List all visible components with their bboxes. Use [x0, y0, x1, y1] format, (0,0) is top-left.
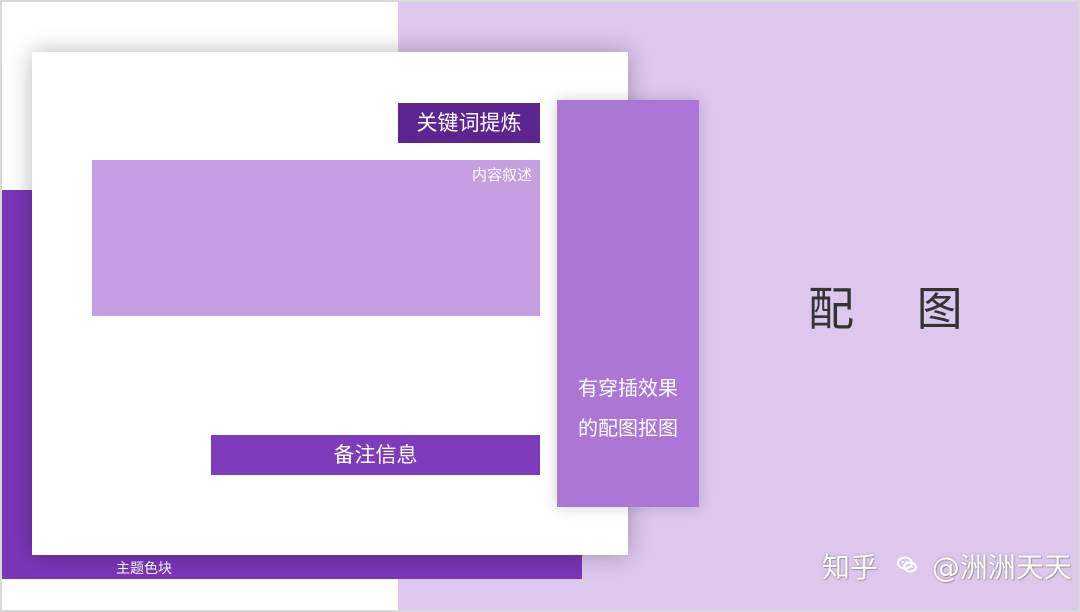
insert-image-box: 有穿插效果 的配图抠图: [557, 100, 699, 507]
wechat-icon: [895, 548, 919, 573]
slide-canvas: 主题色块 关键词提炼 内容叙述 备注信息 有穿插效果 的配图抠图 配 图 知乎 …: [0, 0, 1080, 612]
note-info-box: 备注信息: [211, 435, 540, 475]
insert-image-line-2: 的配图抠图: [578, 416, 678, 440]
content-description-box: 内容叙述: [92, 160, 540, 316]
insert-image-text: 有穿插效果 的配图抠图: [557, 368, 699, 448]
zhihu-watermark-prefix: 知乎: [822, 551, 879, 584]
zhihu-watermark-handle: @洲洲天天: [931, 551, 1072, 584]
image-placeholder-label: 配 图: [808, 282, 987, 336]
content-description-label: 内容叙述: [471, 166, 532, 184]
keyword-box: 关键词提炼: [398, 103, 540, 143]
theme-color-label: 主题色块: [116, 561, 172, 577]
zhihu-watermark: 知乎 @洲洲天天: [822, 548, 1072, 588]
insert-image-line-1: 有穿插效果: [578, 376, 678, 400]
